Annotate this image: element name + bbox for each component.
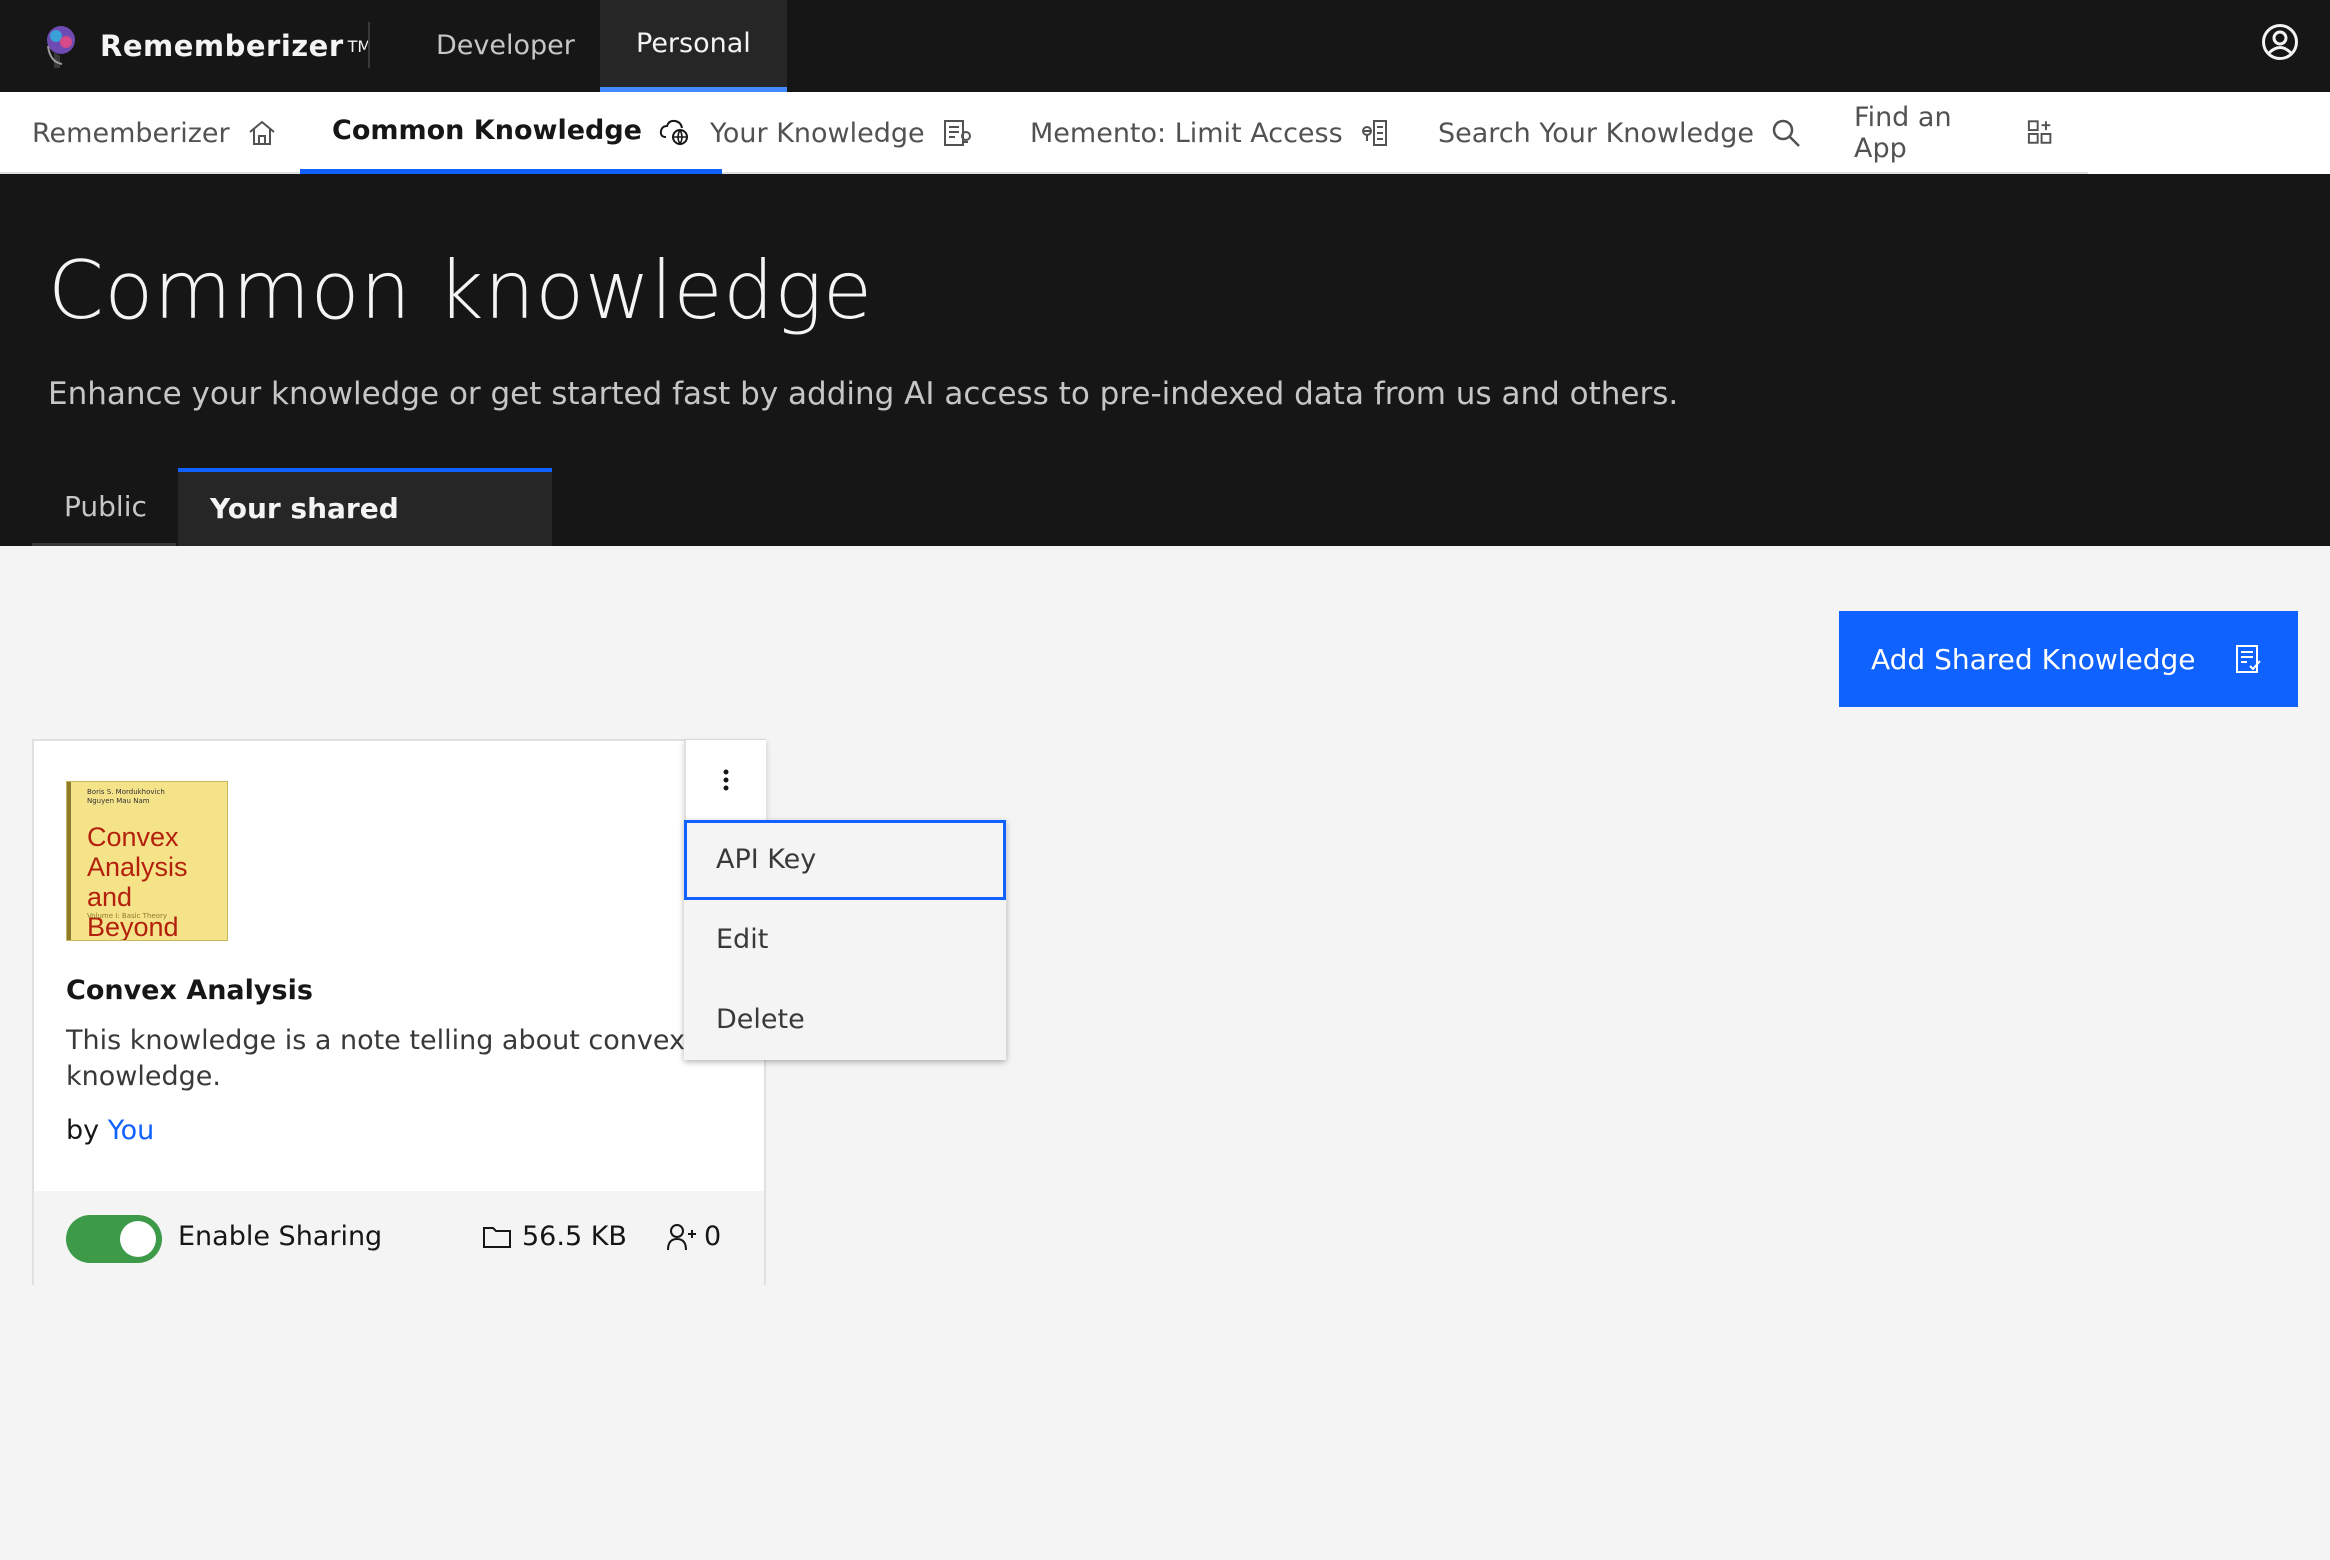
- top-nav-personal[interactable]: Personal: [600, 0, 787, 92]
- file-size: 56.5 KB: [482, 1221, 627, 1252]
- subscriber-count-value: 0: [704, 1221, 722, 1252]
- user-account-icon[interactable]: [2260, 22, 2300, 62]
- memento-icon: [1361, 120, 1387, 146]
- cover-volume: Volume I: Basic Theory: [87, 912, 167, 920]
- menu-item-edit[interactable]: Edit: [684, 900, 1006, 980]
- subnav-rememberizer[interactable]: Rememberizer: [0, 92, 310, 174]
- subnav-filler: [2088, 92, 2330, 174]
- cover-author-2: Nguyen Mau Nam: [87, 797, 150, 805]
- secondary-nav: Rememberizer Common Knowledge Your Knowl…: [0, 92, 2088, 174]
- home-icon: [248, 120, 275, 145]
- page-header: Common knowledge Enhance your knowledge …: [0, 174, 2330, 599]
- menu-item-api-key[interactable]: API Key: [684, 820, 1006, 900]
- document-add-icon: [2236, 645, 2261, 673]
- cover-author-1: Boris S. Mordukhovich: [87, 788, 165, 796]
- cover-title-line: Analysis: [87, 852, 188, 882]
- card-footer: Enable Sharing 56.5 KB 0: [34, 1191, 764, 1285]
- overflow-menu: API Key Edit Delete: [684, 820, 1006, 1060]
- menu-item-delete[interactable]: Delete: [684, 980, 1006, 1060]
- subnav-label: Search Your Knowledge: [1438, 117, 1754, 149]
- subnav-label: Your Knowledge: [710, 117, 925, 149]
- subnav-memento[interactable]: Memento: Limit Access: [998, 92, 1423, 174]
- cover-authors: Boris S. Mordukhovich Nguyen Mau Nam: [87, 788, 165, 806]
- subnav-label: Rememberizer: [32, 117, 230, 149]
- author-prefix: by: [66, 1115, 100, 1146]
- overflow-menu-button[interactable]: [684, 740, 766, 820]
- subnav-label: Memento: Limit Access: [1030, 117, 1343, 149]
- folder-icon: [483, 1226, 511, 1248]
- subnav-label: Common Knowledge: [332, 115, 642, 146]
- subnav-find-app[interactable]: Find an App: [1822, 92, 2088, 174]
- add-button-label: Add Shared Knowledge: [1871, 642, 2196, 676]
- enable-sharing-toggle[interactable]: [66, 1215, 162, 1263]
- tab-public[interactable]: Public: [32, 468, 176, 546]
- brand-divider: [368, 22, 370, 68]
- search-icon: [1772, 119, 1800, 147]
- knowledge-card: Boris S. Mordukhovich Nguyen Mau Nam Con…: [32, 739, 766, 1285]
- subscriber-count: 0: [666, 1221, 721, 1252]
- apps-icon: [2027, 120, 2052, 144]
- top-bar: Rememberizer TM Developer Personal: [0, 0, 2330, 92]
- subnav-your-knowledge[interactable]: Your Knowledge: [678, 92, 1005, 174]
- page-subtitle: Enhance your knowledge or get started fa…: [48, 376, 1679, 412]
- subnav-search-knowledge[interactable]: Search Your Knowledge: [1406, 92, 1834, 174]
- add-shared-knowledge-button[interactable]: Add Shared Knowledge: [1839, 611, 2298, 707]
- book-cover-image: Boris S. Mordukhovich Nguyen Mau Nam Con…: [66, 781, 228, 941]
- top-nav-developer[interactable]: Developer: [400, 0, 611, 92]
- brand-name: Rememberizer: [100, 29, 344, 63]
- page-title: Common knowledge: [48, 244, 873, 337]
- enable-sharing-label: Enable Sharing: [178, 1221, 383, 1252]
- brain-logo-icon: [47, 26, 75, 68]
- cover-spine: [67, 782, 71, 940]
- brand[interactable]: Rememberizer TM: [40, 18, 371, 74]
- subnav-label: Find an App: [1854, 102, 1952, 164]
- author-link[interactable]: You: [108, 1115, 155, 1146]
- document-bulb-icon: [943, 120, 971, 146]
- card-description: This knowledge is a note telling about c…: [66, 1025, 685, 1092]
- card-title: Convex Analysis: [66, 975, 313, 1006]
- toggle-knob: [120, 1221, 156, 1257]
- overflow-menu-vertical-icon: [723, 769, 729, 791]
- cover-title: Convex Analysis and Beyond: [87, 822, 227, 940]
- subnav-common-knowledge[interactable]: Common Knowledge: [300, 92, 722, 174]
- card-author: by You: [66, 1115, 154, 1146]
- user-add-icon: [667, 1223, 696, 1250]
- file-size-value: 56.5 KB: [522, 1221, 627, 1252]
- cover-title-line: Convex: [87, 822, 179, 852]
- tab-your-shared-knowledge[interactable]: Your shared knowledge: [178, 468, 552, 599]
